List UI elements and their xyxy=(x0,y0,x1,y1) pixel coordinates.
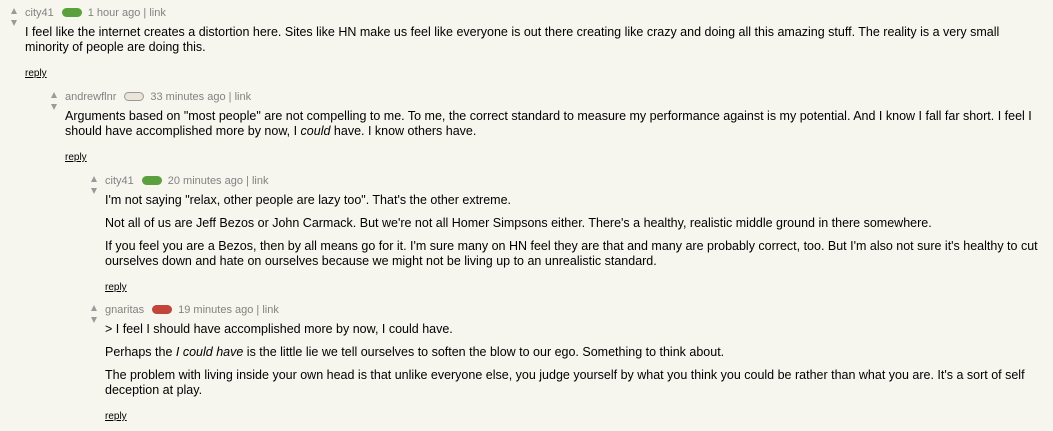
separator: | xyxy=(246,175,249,187)
separator: | xyxy=(143,7,147,19)
status-badge xyxy=(141,176,162,185)
reply-link[interactable]: reply xyxy=(105,411,127,422)
comment-text: I feel like the internet creates a disto… xyxy=(25,25,1045,55)
comment-age[interactable]: 19 minutes ago xyxy=(178,304,253,316)
upvote-arrow-icon[interactable] xyxy=(91,176,97,182)
comment-author[interactable]: gnaritas xyxy=(105,304,144,316)
downvote-arrow-icon[interactable] xyxy=(91,188,97,194)
comment-quote: > I feel I should have accomplished more… xyxy=(105,322,453,336)
downvote-arrow-icon[interactable] xyxy=(51,104,57,110)
downvote-arrow-icon[interactable] xyxy=(91,317,97,323)
vote-arrows xyxy=(50,92,60,110)
emphasis-text: I could have xyxy=(175,345,244,359)
comment-andrewflnr: andrewflnr 33 minutes ago | link Argument… xyxy=(50,90,1045,165)
comment-text: Arguments based on "most people" are not… xyxy=(65,109,1045,139)
comment-paragraph: Perhaps the I could have is the little l… xyxy=(105,345,725,359)
comment-thread: city41 1 hour ago | link I feel like the … xyxy=(0,0,1053,431)
vote-arrows xyxy=(90,176,100,194)
comment-text: > I feel I should have accomplished more… xyxy=(105,322,1045,398)
comment-link[interactable]: link xyxy=(149,7,166,19)
status-badge xyxy=(61,8,82,17)
reply-link[interactable]: reply xyxy=(65,152,87,163)
comment-paragraph: Not all of us are Jeff Bezos or John Car… xyxy=(105,216,932,230)
comment-link[interactable]: link xyxy=(235,91,252,103)
comment-link[interactable]: link xyxy=(262,304,279,316)
comment-author[interactable]: city41 xyxy=(25,7,54,19)
vote-arrows xyxy=(90,305,100,323)
comment-header: city41 1 hour ago | link xyxy=(25,6,1045,20)
comment-age[interactable]: 33 minutes ago xyxy=(150,91,225,103)
comment-age[interactable]: 20 minutes ago xyxy=(168,175,243,187)
emphasis-text: could xyxy=(300,124,331,138)
comment-paragraph: Arguments based on "most people" are not… xyxy=(65,109,1032,138)
comment-city41-1: city41 1 hour ago | link I feel like the … xyxy=(10,6,1045,81)
upvote-arrow-icon[interactable] xyxy=(91,305,97,311)
reply-link[interactable]: reply xyxy=(25,68,47,79)
reply-link[interactable]: reply xyxy=(105,282,127,293)
vote-arrows xyxy=(10,8,20,26)
comment-paragraph: I feel like the internet creates a disto… xyxy=(25,25,1000,54)
comment-paragraph: I'm not saying "relax, other people are … xyxy=(105,193,511,207)
comment-header: city41 20 minutes ago | link xyxy=(105,174,1045,188)
comment-header: gnaritas 19 minutes ago | link xyxy=(105,303,1045,317)
comment-author[interactable]: city41 xyxy=(105,175,134,187)
comment-city41-2: city41 20 minutes ago | link I'm not sayi… xyxy=(90,174,1045,295)
status-badge xyxy=(124,92,145,101)
comment-author[interactable]: andrewflnr xyxy=(65,91,116,103)
downvote-arrow-icon[interactable] xyxy=(11,20,17,26)
upvote-arrow-icon[interactable] xyxy=(11,8,17,14)
comment-link[interactable]: link xyxy=(252,175,269,187)
comment-paragraph: If you feel you are a Bezos, then by all… xyxy=(105,239,1038,268)
separator: | xyxy=(228,91,232,103)
comment-text: I'm not saying "relax, other people are … xyxy=(105,193,1045,269)
comment-paragraph: The problem with living inside your own … xyxy=(105,368,1025,397)
comment-header: andrewflnr 33 minutes ago | link xyxy=(65,90,1045,104)
comment-gnaritas: gnaritas 19 minutes ago | link > I feel I… xyxy=(90,303,1045,424)
comment-age[interactable]: 1 hour ago xyxy=(88,7,141,19)
separator: | xyxy=(256,304,260,316)
status-badge xyxy=(152,305,173,314)
upvote-arrow-icon[interactable] xyxy=(51,92,57,98)
